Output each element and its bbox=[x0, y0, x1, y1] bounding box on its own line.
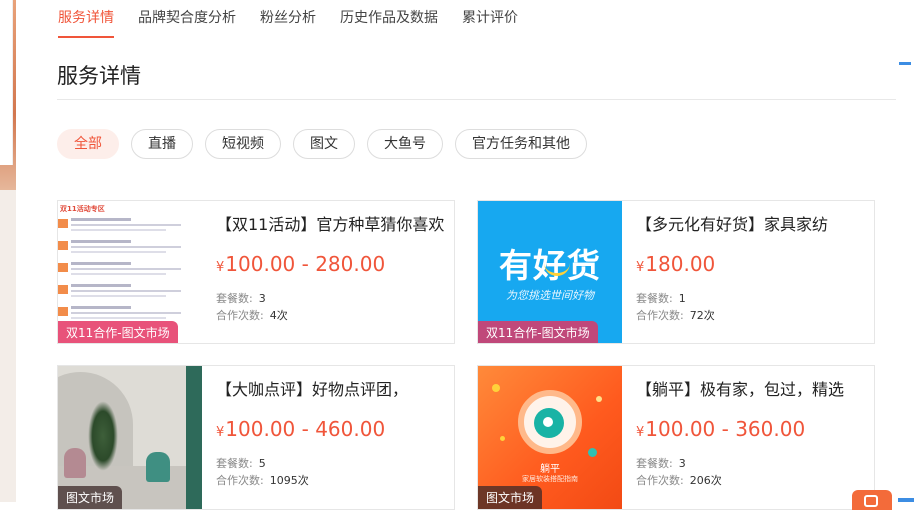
package-count-value: 1 bbox=[678, 292, 686, 305]
package-count: 套餐数: 3 bbox=[216, 290, 266, 306]
card-price: ¥100.00 - 280.00 bbox=[216, 252, 385, 276]
collaboration-count-value: 72次 bbox=[689, 309, 715, 322]
service-card[interactable]: 图文市场 【大咖点评】好物点评团， ¥100.00 - 460.00 套餐数: 5… bbox=[57, 365, 455, 510]
tab-history-works[interactable]: 历史作品及数据 bbox=[340, 7, 438, 38]
detail-tabs: 服务详情 品牌契合度分析 粉丝分析 历史作品及数据 累计评价 bbox=[58, 0, 518, 38]
collaboration-count: 合作次数: 4次 bbox=[216, 307, 288, 323]
package-count-value: 3 bbox=[258, 292, 266, 305]
collaboration-count-value: 1095次 bbox=[269, 474, 309, 487]
card-title[interactable]: 【双11活动】官方种草猜你喜欢 bbox=[216, 211, 448, 235]
filter-live[interactable]: 直播 bbox=[131, 129, 193, 159]
filter-short-video[interactable]: 短视频 bbox=[205, 129, 281, 159]
service-card[interactable]: 躺平 家居软装搭配指南 图文市场 【躺平】极有家，包过，精选 ¥100.00 -… bbox=[477, 365, 875, 510]
thumbnail-row bbox=[58, 283, 188, 305]
collaboration-count-value: 206次 bbox=[689, 474, 722, 487]
thumbnail-row bbox=[58, 217, 188, 239]
card-tag: 图文市场 bbox=[58, 486, 123, 509]
price-value: 100.00 - 360.00 bbox=[645, 417, 806, 441]
card-tag: 图文市场 bbox=[478, 486, 543, 509]
filter-official-tasks[interactable]: 官方任务和其他 bbox=[455, 129, 587, 159]
package-count-label: 套餐数: bbox=[216, 457, 253, 470]
card-price: ¥180.00 bbox=[636, 252, 715, 276]
card-tag: 双11合作-图文市场 bbox=[478, 321, 598, 343]
tab-reviews[interactable]: 累计评价 bbox=[462, 7, 518, 38]
collaboration-count: 合作次数: 72次 bbox=[636, 307, 715, 323]
currency-symbol: ¥ bbox=[636, 260, 645, 275]
left-panel-edge bbox=[0, 0, 16, 502]
tab-brand-fit-analysis[interactable]: 品牌契合度分析 bbox=[138, 7, 236, 38]
thumbnail-header: 双11活动专区 bbox=[60, 205, 105, 213]
collaboration-count: 合作次数: 1095次 bbox=[216, 472, 309, 488]
collaboration-count: 合作次数: 206次 bbox=[636, 472, 722, 488]
service-card[interactable]: 有好货 为您挑选世间好物 双11合作-图文市场 【多元化有好货】家具家纺 ¥18… bbox=[477, 200, 875, 344]
filter-image-text[interactable]: 图文 bbox=[293, 129, 355, 159]
package-count: 套餐数: 3 bbox=[636, 455, 686, 471]
card-thumbnail: 躺平 家居软装搭配指南 图文市场 bbox=[478, 366, 622, 509]
package-count: 套餐数: 5 bbox=[216, 455, 266, 471]
card-thumbnail: 有好货 为您挑选世间好物 双11合作-图文市场 bbox=[478, 201, 622, 343]
chair-icon bbox=[64, 448, 86, 478]
package-count-value: 5 bbox=[258, 457, 266, 470]
package-count-label: 套餐数: bbox=[216, 292, 253, 305]
card-title[interactable]: 【躺平】极有家，包过，精选 bbox=[636, 376, 868, 400]
price-value: 180.00 bbox=[645, 252, 716, 276]
tab-service-details[interactable]: 服务详情 bbox=[58, 7, 114, 38]
thumbnail-row bbox=[58, 261, 188, 283]
brand-logo-icon bbox=[534, 408, 564, 438]
card-thumbnail: 图文市场 bbox=[58, 366, 202, 509]
card-title[interactable]: 【多元化有好货】家具家纺 bbox=[636, 211, 868, 235]
plant-icon bbox=[88, 401, 118, 471]
card-price: ¥100.00 - 460.00 bbox=[216, 417, 385, 441]
thumbnail-slogan: 为您挑选世间好物 bbox=[506, 289, 594, 302]
card-tag: 双11合作-图文市场 bbox=[58, 321, 178, 343]
scroll-indicator bbox=[899, 62, 911, 65]
collaboration-count-label: 合作次数: bbox=[216, 474, 264, 487]
package-count-label: 套餐数: bbox=[636, 457, 673, 470]
filter-all[interactable]: 全部 bbox=[57, 129, 119, 159]
side-widget[interactable] bbox=[898, 498, 914, 502]
filter-chips: 全部 直播 短视频 图文 大鱼号 官方任务和其他 bbox=[57, 129, 587, 159]
collaboration-count-label: 合作次数: bbox=[636, 309, 684, 322]
currency-symbol: ¥ bbox=[216, 260, 225, 275]
currency-symbol: ¥ bbox=[636, 425, 645, 440]
card-title[interactable]: 【大咖点评】好物点评团， bbox=[216, 376, 448, 400]
price-value: 100.00 - 460.00 bbox=[225, 417, 386, 441]
thumbnail-slogan: 家居软装搭配指南 bbox=[522, 475, 578, 483]
floating-chat-button[interactable] bbox=[852, 490, 892, 510]
package-count-label: 套餐数: bbox=[636, 292, 673, 305]
collaboration-count-label: 合作次数: bbox=[216, 309, 264, 322]
card-thumbnail: 双11活动专区 双11合作-图文市场 bbox=[58, 201, 202, 343]
thumbnail-row bbox=[58, 239, 188, 261]
card-price: ¥100.00 - 360.00 bbox=[636, 417, 805, 441]
left-panel-card bbox=[0, 0, 13, 165]
thumbnail-brand: 躺平 bbox=[540, 464, 560, 475]
section-divider bbox=[57, 99, 896, 100]
section-title: 服务详情 bbox=[57, 64, 141, 88]
filter-dayu[interactable]: 大鱼号 bbox=[367, 129, 443, 159]
collaboration-count-value: 4次 bbox=[269, 309, 288, 322]
package-count: 套餐数: 1 bbox=[636, 290, 686, 306]
service-card[interactable]: 双11活动专区 双11合作-图文市场 【双11活动】官方种草猜你喜欢 ¥100.… bbox=[57, 200, 455, 344]
price-value: 100.00 - 280.00 bbox=[225, 252, 386, 276]
chair-icon bbox=[146, 452, 170, 482]
package-count-value: 3 bbox=[678, 457, 686, 470]
tab-fan-analysis[interactable]: 粉丝分析 bbox=[260, 7, 316, 38]
collaboration-count-label: 合作次数: bbox=[636, 474, 684, 487]
currency-symbol: ¥ bbox=[216, 425, 225, 440]
